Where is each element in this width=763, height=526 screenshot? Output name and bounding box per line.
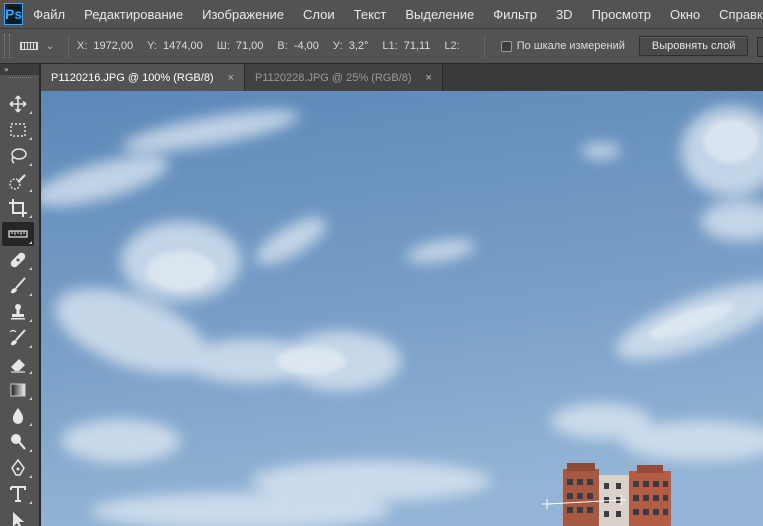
move-tool[interactable] [2,92,34,116]
history-brush-tool[interactable] [2,326,34,350]
menu-select[interactable]: Выделение [405,7,474,22]
divider [68,35,69,57]
use-measurement-scale-label: По шкале измерений [516,40,625,52]
document-canvas[interactable] [41,91,763,526]
l1-readout: L1: 71,11 [382,40,431,52]
history-brush-icon [9,329,26,346]
path-selection-tool[interactable] [2,508,34,526]
pen-icon [11,458,25,476]
quick-selection-icon [9,174,26,190]
quick-selection-tool[interactable] [2,170,34,194]
tab-p1120228[interactable]: P1120228.JPG @ 25% (RGB/8) × [245,64,443,91]
type-icon [10,486,26,502]
menu-file[interactable]: Файл [33,7,65,22]
tools-panel: » [0,64,40,526]
tools-panel-grip[interactable] [8,77,31,82]
blur-tool[interactable] [2,404,34,428]
menu-3d[interactable]: 3D [556,7,573,22]
l1-value: 71,11 [403,40,431,52]
menu-view[interactable]: Просмотр [592,7,651,22]
ruler-icon [20,42,38,50]
gradient-tool[interactable] [2,378,34,402]
tab-label: P1120216.JPG @ 100% (RGB/8) [51,71,214,84]
photo-sky-with-building [41,91,763,526]
move-icon [9,95,27,113]
use-measurement-scale-checkbox[interactable]: По шкале измерений [500,40,625,52]
straighten-layer-button[interactable]: Выровнять слой [638,36,749,56]
dodge-icon [11,434,26,450]
l2-readout: L2: [444,40,460,52]
photoshop-logo: Ps [4,3,24,25]
x-value: 1972,00 [93,40,134,52]
clone-stamp-tool[interactable] [2,300,34,324]
chevron-down-icon: ⌄ [46,40,55,52]
menu-image[interactable]: Изображение [202,7,284,22]
ruler-icon [8,230,28,238]
lasso-icon [11,148,27,164]
pen-tool[interactable] [2,456,34,480]
path-selection-icon [13,512,24,526]
height-value: -4,00 [293,40,319,52]
healing-brush-icon [10,252,26,268]
dodge-tool[interactable] [2,430,34,454]
lasso-tool[interactable] [2,144,34,168]
marquee-tool[interactable] [2,118,34,142]
close-icon[interactable]: × [228,72,234,84]
angle-value: 3,2° [348,40,369,52]
tab-label: P1120228.JPG @ 25% (RGB/8) [255,71,412,84]
type-tool[interactable] [2,482,34,506]
divider [483,35,485,57]
gradient-icon [10,383,26,397]
menu-help[interactable]: Справка [719,7,763,22]
width-readout: Ш: 71,00 [216,40,264,52]
close-icon[interactable]: × [426,72,432,84]
y-value: 1474,00 [162,40,203,52]
menu-window[interactable]: Окно [670,7,700,22]
menu-filter[interactable]: Фильтр [493,7,537,22]
clear-button[interactable] [757,37,763,57]
menu-bar: Ps Файл Редактирование Изображение Слои … [0,0,763,28]
menu-type[interactable]: Текст [354,7,387,22]
crop-icon [9,199,27,217]
menu-edit[interactable]: Редактирование [84,7,183,22]
options-bar-grip[interactable] [4,34,10,58]
width-value: 71,00 [235,40,264,52]
brush-tool[interactable] [2,274,34,298]
eraser-icon [11,359,25,373]
brush-icon [11,277,26,294]
y-readout: Y: 1474,00 [147,40,203,52]
eraser-tool[interactable] [2,352,34,376]
menu-layers[interactable]: Слои [303,7,335,22]
tool-preset-picker[interactable]: ⌄ [20,41,64,52]
crop-tool[interactable] [2,196,34,220]
healing-brush-tool[interactable] [2,248,34,272]
tools-panel-collapse[interactable]: » [0,64,39,75]
height-readout: В: -4,00 [277,40,319,52]
clone-stamp-icon [11,304,25,320]
options-bar: ⌄ X: 1972,00 Y: 1474,00 Ш: 71,00 В: -4,00 У:… [0,28,763,64]
angle-readout: У: 3,2° [332,40,369,52]
blur-icon [12,408,24,424]
ruler-tool[interactable] [2,222,34,246]
checkbox-box[interactable] [500,40,512,52]
tab-p1120216[interactable]: P1120216.JPG @ 100% (RGB/8) × [41,64,246,91]
x-readout: X: 1972,00 [77,40,134,52]
marquee-icon [10,123,26,137]
document-tabs: P1120216.JPG @ 100% (RGB/8) × P1120228.J… [41,64,763,91]
